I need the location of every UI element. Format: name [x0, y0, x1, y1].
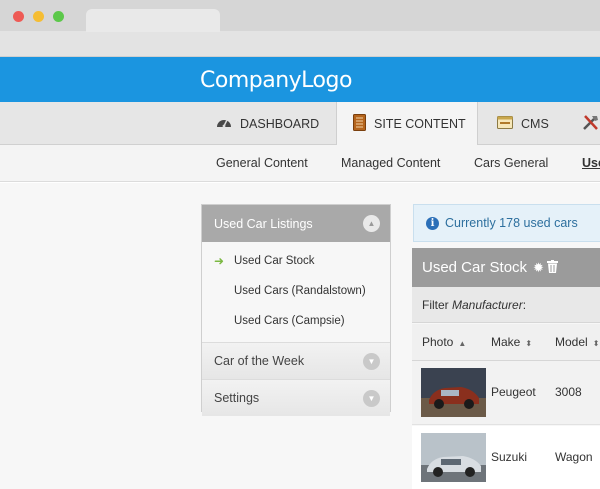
tools-icon: [582, 114, 600, 134]
nav-cms-label: CMS: [521, 116, 549, 131]
minimize-window-button[interactable]: [33, 11, 44, 22]
browser-tabstrip: [0, 0, 600, 32]
document-icon: [353, 114, 366, 134]
arrow-right-icon: ➜: [214, 254, 225, 268]
accordion-title: Used Car Listings: [214, 216, 313, 231]
sort-icon: ⬍: [592, 339, 600, 348]
filter-field[interactable]: Manufacturer: [452, 298, 523, 312]
cell-make: Suzuki: [491, 450, 528, 464]
info-icon: i: [426, 216, 439, 230]
cell-model: 3008: [555, 385, 582, 399]
panel-title: Used Car Stock: [422, 259, 528, 276]
subnav-cars-general[interactable]: Cars General: [474, 156, 548, 170]
accordion-car-of-the-week[interactable]: Car of the Week ▼: [202, 342, 390, 379]
table-row[interactable]: Suzuki Wagon: [412, 426, 600, 489]
close-window-button[interactable]: [13, 11, 24, 22]
browser-tab[interactable]: [86, 9, 220, 32]
nav-site-content[interactable]: SITE CONTENT: [336, 102, 478, 146]
filter-prefix: Filter: [422, 297, 452, 312]
gauge-icon: [216, 116, 232, 131]
sidebar-item-used-cars-campsie[interactable]: Used Cars (Campsie): [202, 306, 390, 336]
main-nav: DASHBOARD SITE CONTENT CMS: [0, 102, 600, 146]
subnav-used-cars[interactable]: Use: [582, 156, 600, 170]
accordion-title: Car of the Week: [214, 354, 305, 368]
sidebar-accordion: Used Car Listings ▲ ➜ Used Car Stock Use…: [201, 204, 391, 416]
accordion-used-car-listings[interactable]: Used Car Listings ▲: [202, 205, 390, 242]
sort-icon: ⬍: [525, 339, 533, 348]
subnav-general-content[interactable]: General Content: [216, 156, 308, 170]
accordion-body: ➜ Used Car Stock Used Cars (Randalstown)…: [202, 242, 390, 342]
accordion-settings[interactable]: Settings ▼: [202, 379, 390, 416]
nav-tools[interactable]: [582, 102, 600, 145]
sidebar-item-used-car-stock[interactable]: ➜ Used Car Stock: [202, 246, 390, 276]
nav-cms[interactable]: CMS: [497, 102, 549, 145]
table-row[interactable]: Peugeot 3008: [412, 361, 600, 425]
car-photo-thumbnail[interactable]: [421, 368, 486, 417]
gear-icon[interactable]: ✹: [533, 260, 544, 276]
window-icon: [497, 115, 513, 132]
maximize-window-button[interactable]: [53, 11, 64, 22]
sidebar-item-label: Used Car Stock: [234, 255, 315, 267]
stock-panel-header: Used Car Stock ✹: [412, 248, 600, 287]
nav-site-content-label: SITE CONTENT: [374, 117, 466, 131]
company-logo[interactable]: CompanyLogo: [200, 68, 352, 93]
sub-nav: General Content Managed Content Cars Gen…: [0, 145, 600, 182]
cell-model: Wagon: [555, 450, 593, 464]
chevron-down-icon[interactable]: ▼: [363, 390, 380, 407]
nav-dashboard[interactable]: DASHBOARD: [216, 102, 319, 145]
info-message: i Currently 178 used cars: [413, 204, 600, 242]
chevron-up-icon[interactable]: ▲: [363, 215, 380, 232]
info-text: Currently 178 used cars: [445, 216, 578, 230]
chevron-down-icon[interactable]: ▼: [363, 353, 380, 370]
sort-icon: ▲: [458, 339, 467, 348]
filter-suffix: :: [522, 297, 527, 312]
sidebar-item-label: Used Cars (Randalstown): [234, 285, 366, 297]
column-header-make[interactable]: Make ⬍: [491, 335, 532, 349]
accordion-title: Settings: [214, 391, 260, 405]
nav-dashboard-label: DASHBOARD: [240, 116, 320, 131]
column-header-photo[interactable]: Photo ▲: [422, 335, 466, 349]
filter-bar: Filter Manufacturer :: [412, 287, 600, 323]
column-header-model[interactable]: Model ⬍: [555, 335, 599, 349]
browser-chrome: [0, 0, 600, 57]
site-header: CompanyLogo: [0, 57, 600, 102]
sidebar-item-used-cars-randalstown[interactable]: Used Cars (Randalstown): [202, 276, 390, 306]
trash-icon[interactable]: [546, 259, 558, 276]
subnav-managed-content[interactable]: Managed Content: [341, 156, 440, 170]
table-header: Photo ▲ Make ⬍ Model ⬍: [412, 324, 600, 361]
sidebar-item-label: Used Cars (Campsie): [234, 315, 345, 327]
cell-make: Peugeot: [491, 385, 536, 399]
car-photo-thumbnail[interactable]: [421, 433, 486, 482]
